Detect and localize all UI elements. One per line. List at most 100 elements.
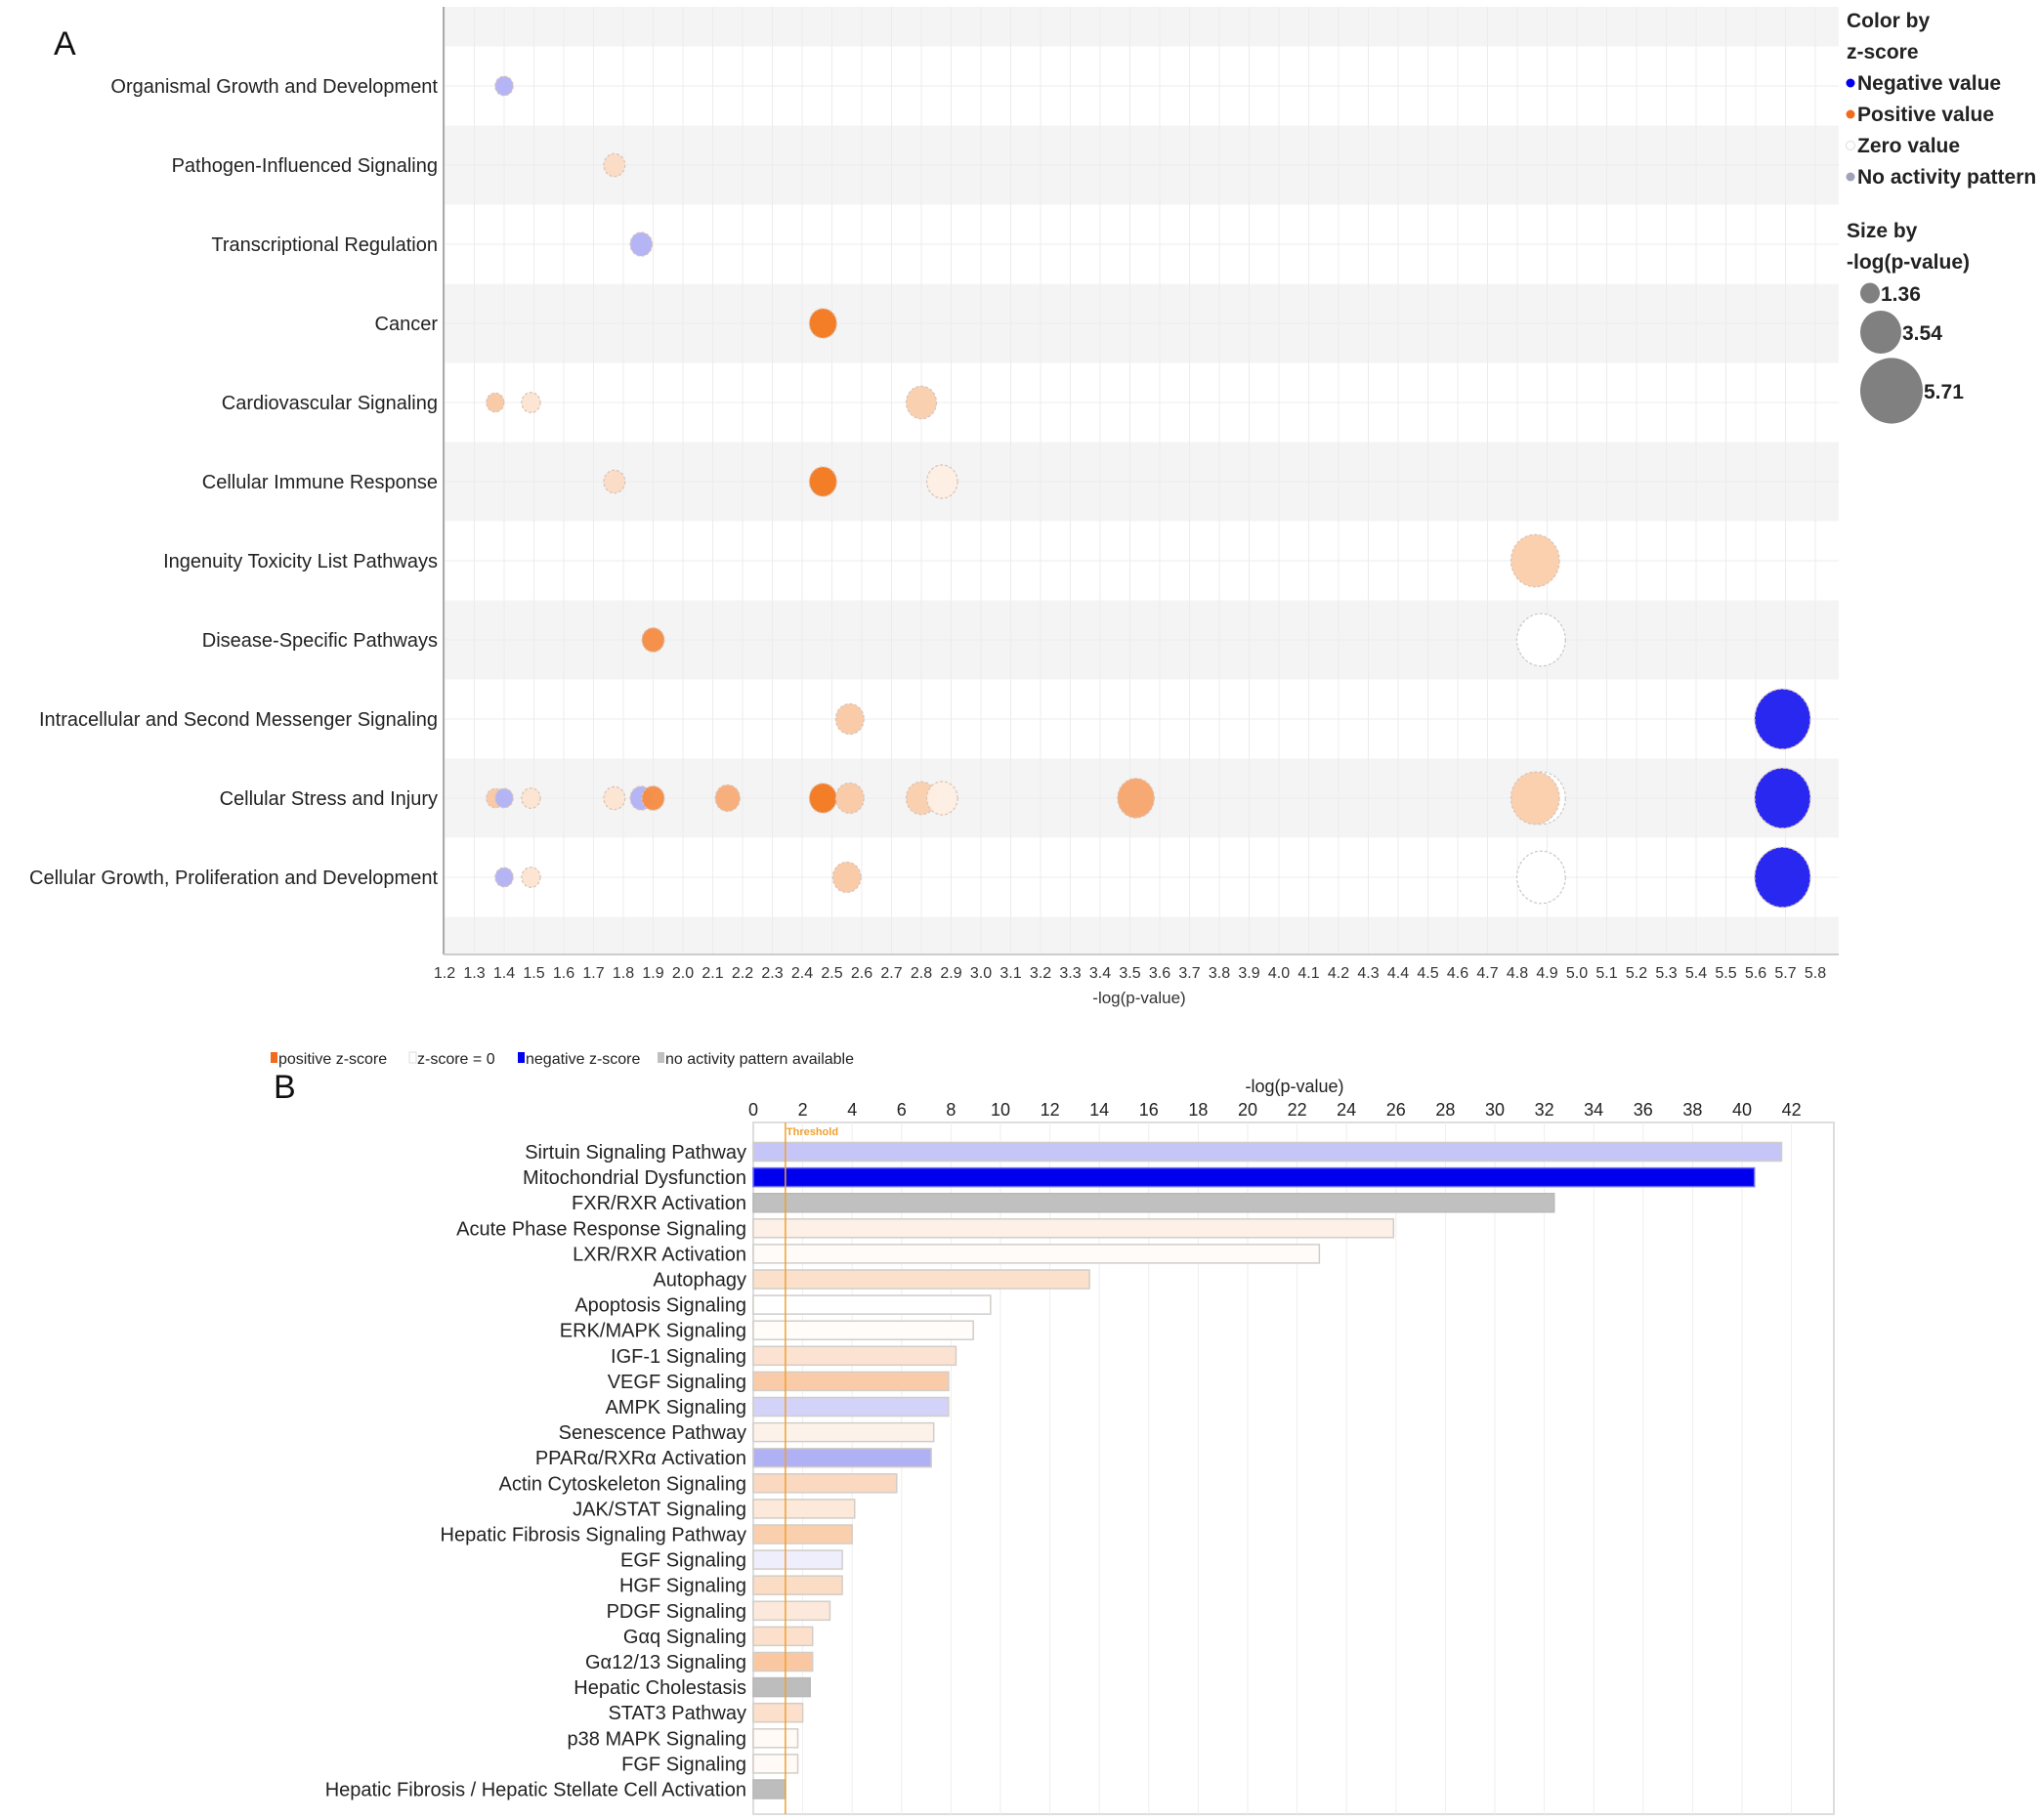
x-tick-label: 2.0 (672, 965, 694, 982)
category-label: JAK/STAT Signaling (573, 1499, 746, 1520)
x-tick-label: 34 (1584, 1100, 1603, 1120)
category-label: Sirtuin Signaling Pathway (525, 1142, 746, 1164)
bar (752, 1524, 853, 1545)
legend-color-title: Color by (1847, 10, 1930, 32)
bubble (603, 152, 626, 178)
category-label: p38 MAPK Signaling (568, 1728, 746, 1750)
x-tick-label: 5.7 (1774, 965, 1796, 982)
legend-label: positive z-score (278, 1051, 387, 1068)
category-labels: Sirtuin Signaling Pathway Mitochondrial D… (325, 1142, 746, 1801)
bubble (603, 785, 626, 811)
bubble (1509, 533, 1560, 588)
bubble (808, 308, 837, 339)
x-tick-label: 3.1 (999, 965, 1021, 982)
category-label: EGF Signaling (620, 1550, 746, 1572)
x-tick-label: 4.8 (1507, 965, 1528, 982)
category-label: Acute Phase Response Signaling (456, 1218, 746, 1240)
x-tick-label: 4.9 (1536, 965, 1557, 982)
bar (752, 1600, 831, 1622)
bar (752, 1345, 957, 1367)
legend-swatch-icon (1846, 109, 1855, 119)
x-tick-label: 10 (991, 1100, 1010, 1120)
category-label: Pathogen-Influenced Signaling (172, 155, 438, 177)
x-tick-label: 24 (1337, 1100, 1356, 1120)
category-label: Cardiovascular Signaling (222, 393, 438, 414)
x-tick-label: 5.8 (1805, 965, 1826, 982)
category-label: PDGF Signaling (607, 1601, 746, 1623)
bubble-chart-a: A Organismal Growth and Development Patho… (29, 7, 2036, 1007)
threshold-label: Threshold (787, 1126, 838, 1138)
category-label: PPARα/RXRα Activation (535, 1448, 746, 1469)
x-tick-label: 3.5 (1119, 965, 1140, 982)
x-tick-label: 28 (1435, 1100, 1455, 1120)
category-label: Actin Cytoskeleton Signaling (499, 1473, 746, 1495)
x-tick-label: 16 (1139, 1100, 1159, 1120)
plot-frame (752, 1122, 1835, 1815)
bubble (1515, 613, 1566, 667)
bar (752, 1473, 898, 1494)
category-label: Ingenuity Toxicity List Pathways (163, 551, 438, 572)
x-tick-label: 1.3 (463, 965, 485, 982)
x-tick-label: 38 (1682, 1100, 1702, 1120)
legend-label: Positive value (1857, 104, 1994, 126)
legend-swatch-icon (518, 1052, 525, 1063)
x-tick-label: 2.1 (702, 965, 723, 982)
x-tick-label: 3.8 (1209, 965, 1230, 982)
category-label: ERK/MAPK Signaling (560, 1321, 746, 1342)
x-tick-label: 2.5 (821, 965, 842, 982)
x-tick-label: 1.5 (523, 965, 544, 982)
x-tick-label: 3.3 (1059, 965, 1081, 982)
x-tick-label: 2.7 (880, 965, 902, 982)
bubble (486, 392, 505, 413)
x-tick-label: 12 (1041, 1100, 1060, 1120)
x-tick-label: 22 (1288, 1100, 1307, 1120)
legend-size-subtitle: -log(p-value) (1847, 251, 1970, 274)
bar (752, 1754, 799, 1774)
bubble (834, 782, 865, 815)
x-tick-label: 5.6 (1745, 965, 1766, 982)
bubble (808, 783, 837, 814)
x-tick-label: 5.4 (1685, 965, 1707, 982)
bar (752, 1421, 935, 1443)
category-label: STAT3 Pathway (608, 1703, 746, 1724)
x-tick-label: 6 (897, 1100, 907, 1120)
category-label: Transcriptional Regulation (211, 234, 438, 256)
bubble (603, 469, 626, 494)
bar (752, 1371, 950, 1392)
category-label: IGF-1 Signaling (611, 1346, 746, 1368)
category-label: LXR/RXR Activation (573, 1244, 746, 1265)
gridlines (802, 1122, 1793, 1814)
bar (752, 1676, 811, 1698)
legend-swatch-icon (1846, 78, 1855, 88)
bar (752, 1244, 1321, 1264)
bar (752, 1294, 992, 1315)
bar (752, 1779, 787, 1799)
category-label: Gα12/13 Signaling (585, 1652, 746, 1673)
category-label: Hepatic Fibrosis / Hepatic Stellate Cell… (325, 1780, 746, 1801)
x-tick-label: 42 (1782, 1100, 1802, 1120)
bubble (494, 75, 514, 97)
category-label: FGF Signaling (621, 1754, 746, 1775)
x-tick-label: 3.7 (1178, 965, 1200, 982)
legend-swatch-icon (271, 1052, 277, 1063)
bubble (925, 464, 958, 499)
bar (752, 1702, 804, 1723)
x-tick-label: 18 (1188, 1100, 1208, 1120)
x-tick-label: 2.9 (940, 965, 961, 982)
bar (752, 1166, 1756, 1188)
x-tick-label: 3.4 (1089, 965, 1111, 982)
panel-label-b: B (274, 1069, 296, 1106)
category-label: Disease-Specific Pathways (202, 630, 438, 652)
bar (752, 1218, 1395, 1239)
x-tick-label: 5.2 (1626, 965, 1647, 982)
bar (752, 1499, 856, 1519)
category-label: Senescence Pathway (559, 1422, 746, 1444)
legend-label: Negative value (1857, 72, 2001, 95)
legend-size-icon (1860, 310, 1901, 355)
category-label: Gαq Signaling (623, 1627, 746, 1648)
x-tick-label: 3.2 (1030, 965, 1051, 982)
category-label: Hepatic Fibrosis Signaling Pathway (441, 1525, 747, 1546)
x-tick-label: 1.2 (434, 965, 455, 982)
panel-label-a: A (54, 25, 76, 63)
x-axis-title: -log(p-value) (1092, 989, 1185, 1007)
